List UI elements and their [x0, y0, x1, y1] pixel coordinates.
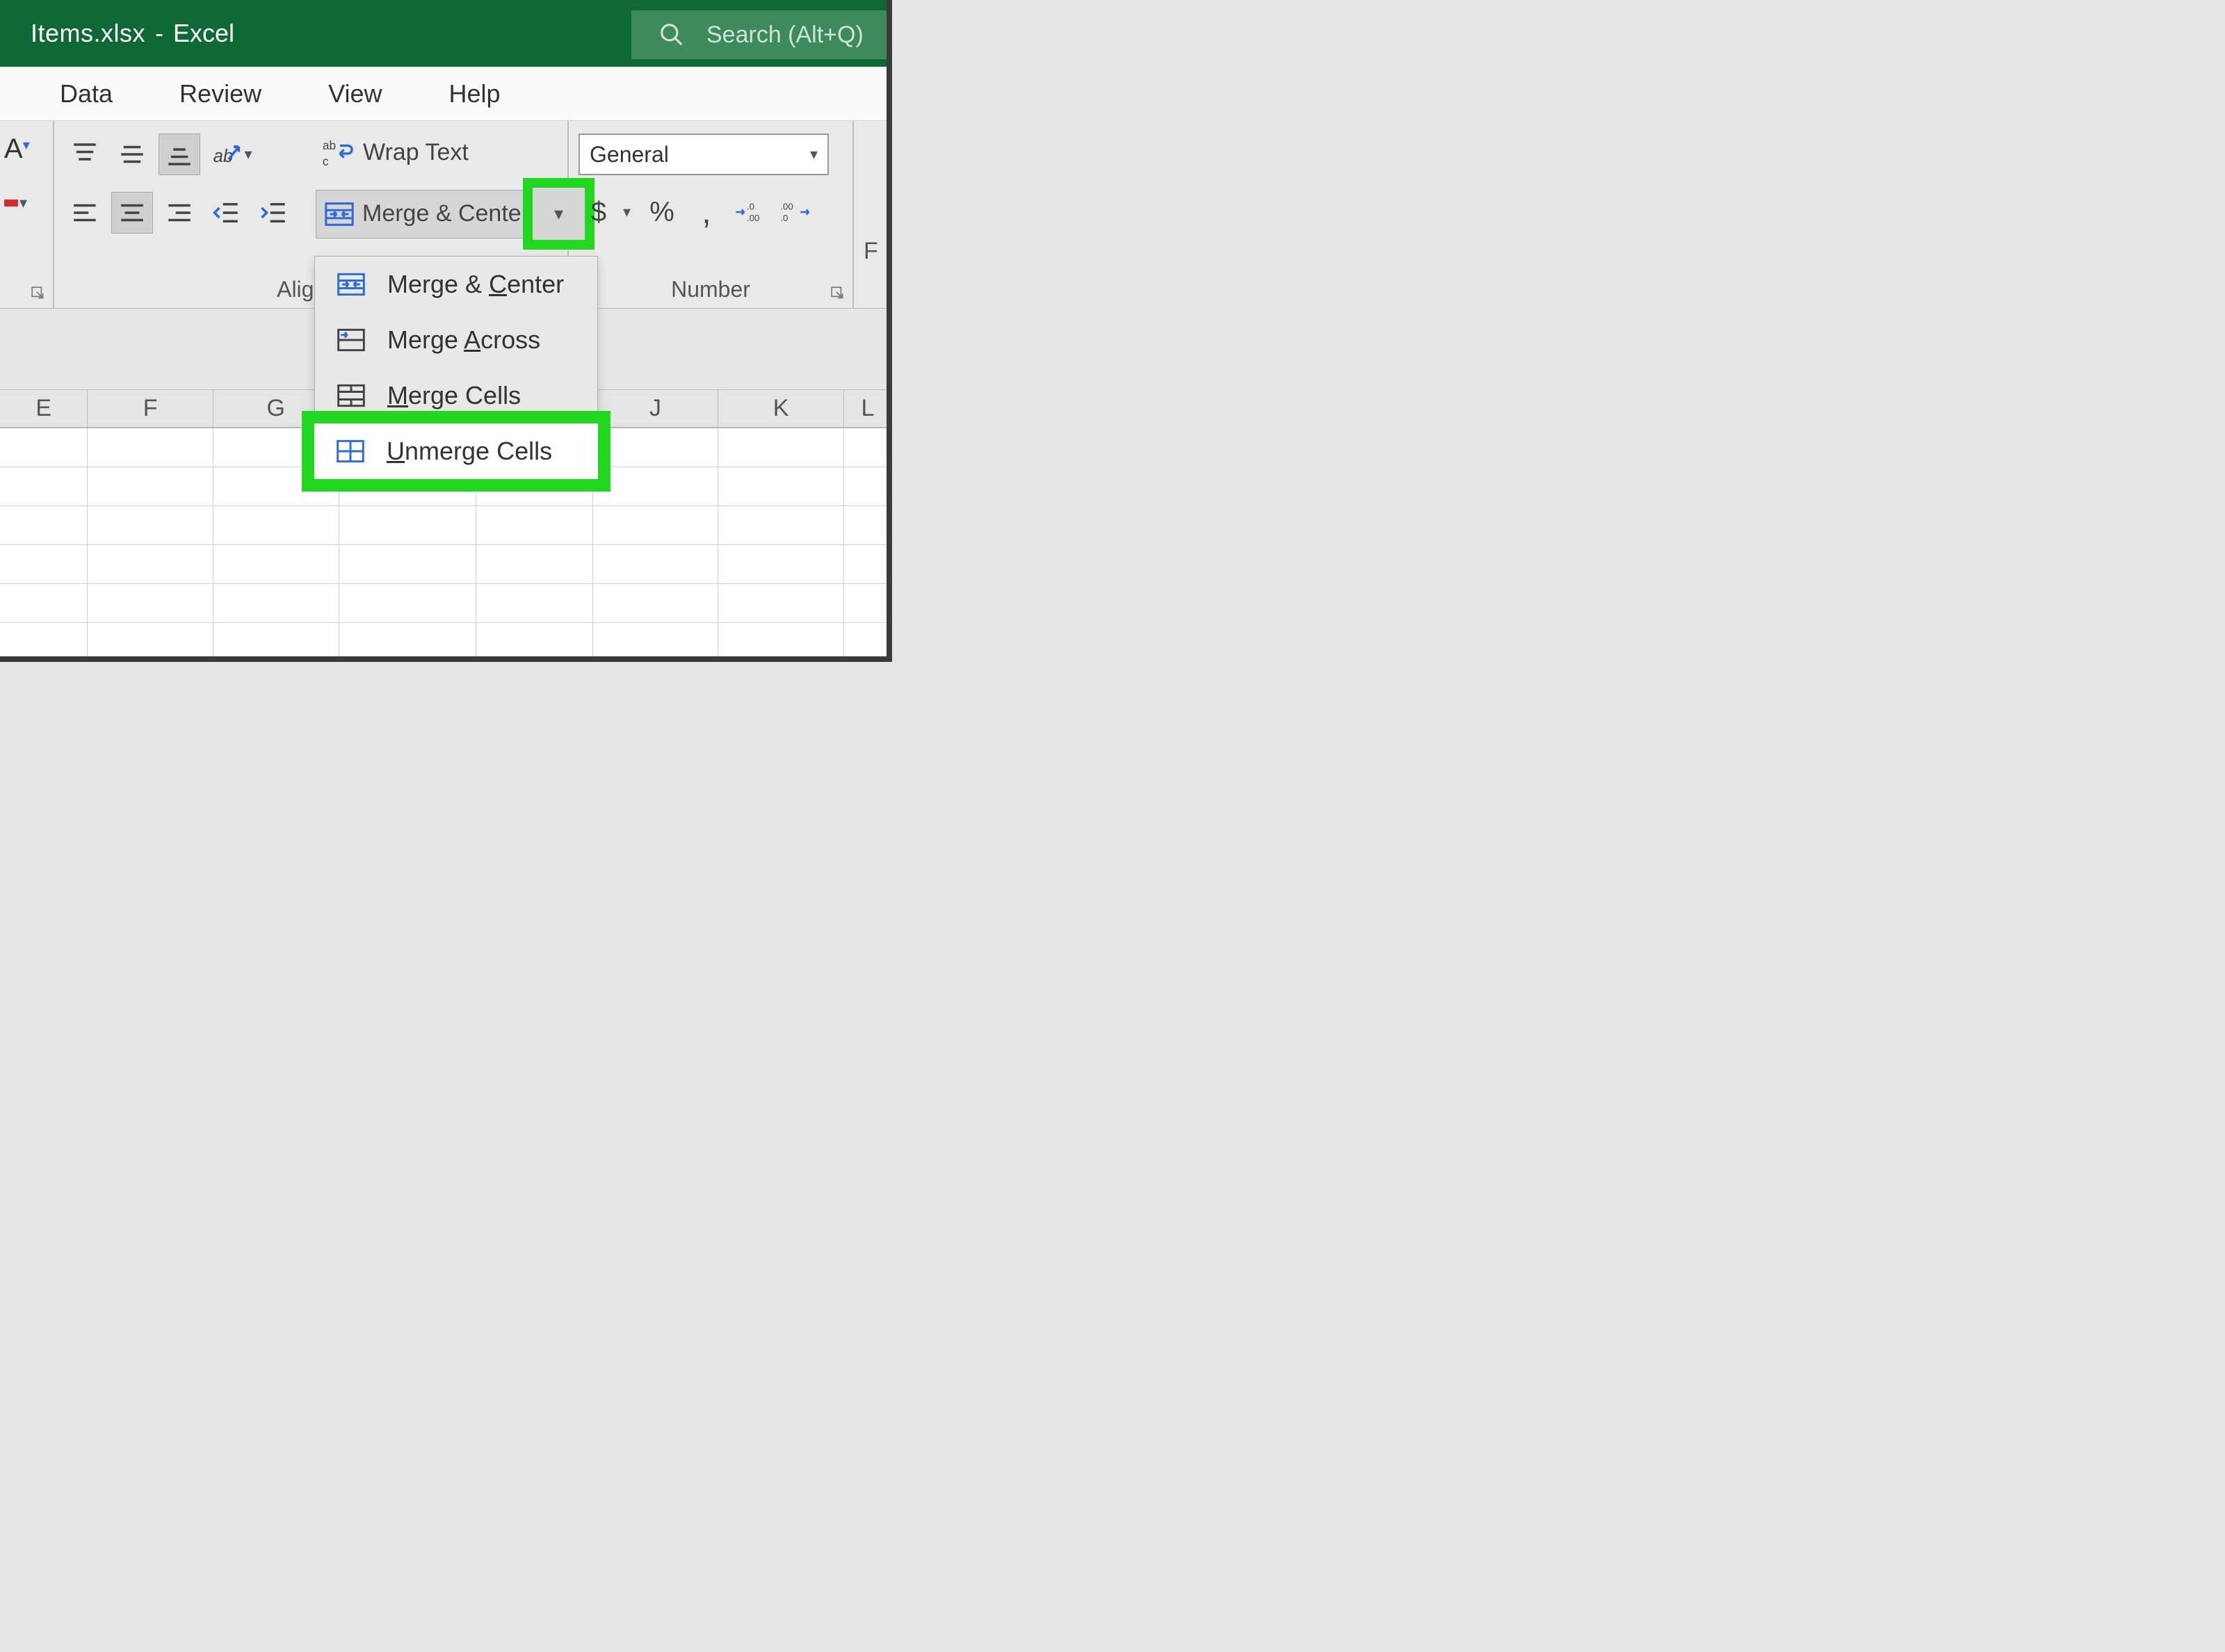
decrease-decimal-button[interactable]: .00.0 [775, 192, 816, 232]
tab-view[interactable]: View [309, 67, 401, 121]
comma-format-button[interactable]: , [686, 192, 727, 232]
search-box[interactable]: Search (Alt+Q) [631, 10, 892, 59]
merge-center-icon [323, 198, 355, 230]
chevron-down-icon: ▾ [810, 145, 818, 163]
chevron-down-icon[interactable]: ▾ [623, 203, 631, 221]
chevron-down-icon: ▾ [244, 145, 252, 163]
ribbon-group-number: General ▾ $ ▾ % , .0.00 .00.0 Number [569, 121, 854, 308]
number-format-select[interactable]: General ▾ [578, 133, 829, 175]
number-group-label: Number [578, 271, 843, 302]
align-right-button[interactable] [159, 192, 200, 234]
menu-merge-cells[interactable]: Merge Cells [315, 368, 597, 423]
menu-unmerge-cells[interactable]: Unmerge Cells [314, 423, 598, 479]
search-icon [656, 19, 687, 51]
align-middle-button[interactable] [111, 133, 153, 175]
column-header-e[interactable]: E [0, 390, 88, 427]
percent-format-button[interactable]: % [642, 192, 682, 232]
ribbon-group-partial-right: F [854, 121, 892, 308]
merge-center-icon [334, 268, 368, 301]
svg-text:.0: .0 [780, 213, 788, 223]
increase-decimal-button[interactable]: .0.00 [731, 192, 771, 232]
align-center-button[interactable] [111, 192, 153, 234]
menu-merge-center[interactable]: Merge & Center [315, 257, 597, 312]
chevron-down-icon: ▾ [554, 203, 563, 225]
title-divider: - [145, 19, 173, 48]
document-filename: Items.xlsx [0, 19, 145, 48]
menu-label: Merge Cells [387, 381, 521, 410]
tab-help[interactable]: Help [429, 67, 519, 121]
increase-indent-button[interactable] [253, 192, 295, 234]
menu-label: Merge & Center [387, 270, 564, 299]
orientation-button[interactable]: ab ▾ [206, 133, 257, 175]
number-format-value: General [590, 142, 669, 168]
ribbon-group-font-partial: A ▾ ▾ [0, 121, 54, 308]
align-bottom-button[interactable] [159, 133, 200, 175]
chevron-down-icon: ▾ [23, 136, 30, 154]
tab-review[interactable]: Review [160, 67, 281, 121]
wrap-text-button[interactable]: ab c Wrap Text [316, 133, 585, 171]
column-header-l[interactable]: L [844, 390, 892, 427]
unmerge-cells-icon [334, 435, 367, 468]
font-size-letter-icon: A [4, 133, 23, 165]
tab-data[interactable]: Data [40, 67, 132, 121]
menu-merge-across[interactable]: Merge Across [315, 312, 597, 368]
title-bar: Items.xlsx - Excel Search (Alt+Q) [0, 0, 892, 67]
merge-center-button[interactable]: Merge & Center [316, 190, 530, 238]
column-header-j[interactable]: J [593, 390, 719, 427]
svg-text:c: c [323, 154, 329, 168]
column-header-f[interactable]: F [88, 390, 213, 427]
partial-group-label: F [864, 238, 882, 265]
search-placeholder: Search (Alt+Q) [706, 22, 864, 49]
column-header-k[interactable]: K [718, 390, 844, 427]
font-color-button[interactable]: ▾ [4, 194, 27, 212]
wrap-text-label: Wrap Text [363, 139, 469, 166]
wrap-text-icon: ab c [321, 136, 353, 168]
menu-label: Merge Across [387, 325, 540, 355]
merge-center-label: Merge & Center [362, 200, 529, 227]
svg-text:.0: .0 [747, 201, 754, 211]
dialog-launcher-icon[interactable] [830, 286, 847, 302]
svg-text:.00: .00 [747, 213, 759, 223]
merge-cells-icon [334, 379, 368, 412]
dialog-launcher-icon[interactable] [31, 286, 47, 302]
decrease-indent-button[interactable] [206, 192, 248, 234]
chevron-down-icon: ▾ [19, 194, 27, 212]
svg-text:ab: ab [323, 138, 336, 152]
merge-dropdown-menu: Merge & Center Merge Across Merge Cells … [314, 256, 598, 480]
merge-across-icon [334, 323, 368, 357]
accounting-format-button[interactable]: $ [578, 192, 619, 232]
menu-label: Unmerge Cells [387, 437, 552, 466]
align-top-button[interactable] [64, 133, 106, 175]
align-left-button[interactable] [64, 192, 106, 234]
app-name: Excel [173, 19, 234, 48]
svg-text:.00: .00 [780, 201, 793, 211]
ribbon-tabs: Data Review View Help [0, 67, 892, 121]
